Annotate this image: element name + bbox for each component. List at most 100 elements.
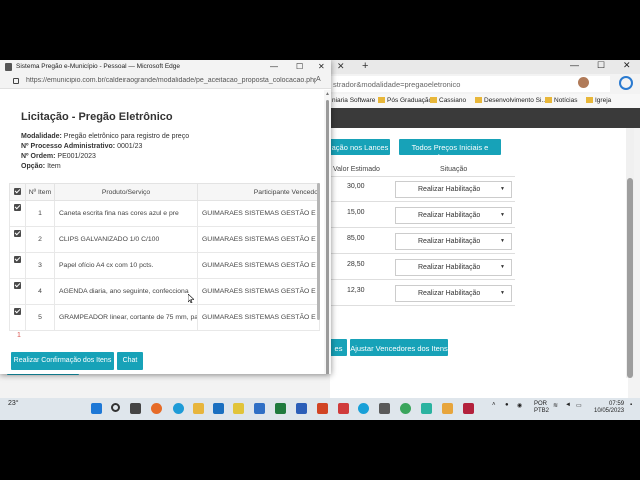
close-icon[interactable]: ✕ (318, 62, 325, 71)
background-address-bar[interactable]: strador&modalidade=pregaoeletronico (330, 76, 610, 92)
table-horizontal-scrollbar[interactable] (317, 183, 320, 320)
favorite-item[interactable]: Pós Graduação (378, 97, 432, 104)
item-number[interactable]: 5 (25, 304, 55, 331)
popup-window: Sistema Pregão e-Município - Pessoal — M… (0, 60, 331, 374)
item-number[interactable]: 2 (25, 226, 55, 253)
app-icon[interactable] (338, 403, 349, 414)
word-icon[interactable] (296, 403, 307, 414)
chat-button[interactable]: Chat (117, 352, 143, 370)
table-header-row: Nº Item Produto/Serviço Participante Ven… (9, 183, 320, 201)
edge-icon[interactable] (173, 403, 184, 414)
search-icon[interactable] (111, 403, 120, 412)
participante-cell: GUIMARAES SISTEMAS GESTÃO E TI (197, 226, 320, 253)
notifications-icon[interactable]: ▪ (630, 402, 632, 408)
app-icon[interactable] (233, 403, 244, 414)
app-icon[interactable] (421, 403, 432, 414)
favorite-item[interactable]: Igreja (586, 97, 611, 104)
folder-icon (545, 97, 552, 103)
n-item-header: Nº Item (25, 183, 55, 201)
row-checkbox[interactable] (14, 282, 21, 289)
produto-link[interactable]: GRAMPEADOR linear, cortante de 75 mm, pa (54, 304, 198, 331)
popup-scrollbar-thumb[interactable] (326, 100, 329, 374)
favorite-item[interactable]: niaria Software (332, 97, 375, 104)
situacao-select[interactable]: Realizar Habilitação ▼ (395, 233, 512, 250)
excel-icon[interactable] (275, 403, 286, 414)
task-view-icon[interactable] (130, 403, 141, 414)
popup-scrollbar[interactable]: ▲ (324, 90, 331, 374)
tray-icon[interactable]: ● (505, 402, 509, 408)
situacao-select[interactable]: Realizar Habilitação ▼ (395, 259, 512, 276)
app-icon[interactable] (379, 403, 390, 414)
powerpoint-icon[interactable] (317, 403, 328, 414)
profile-avatar[interactable] (578, 77, 589, 88)
select-all-header[interactable] (9, 183, 26, 201)
table-row: 1 Caneta escrita fina nas cores azul e p… (9, 200, 320, 227)
row-checkbox[interactable] (14, 308, 21, 315)
produto-link[interactable]: Caneta escrita fina nas cores azul e pre (54, 200, 198, 227)
scroll-up-icon[interactable]: ▲ (325, 91, 330, 97)
close-tab-icon[interactable]: ✕ (337, 61, 345, 72)
ajustar-vencedores-button[interactable]: Ajustar Vencedores dos Itens (350, 339, 448, 356)
caret-down-icon: ▼ (500, 290, 505, 296)
windows-start-icon[interactable] (91, 403, 102, 414)
situacao-select[interactable]: Realizar Habilitação ▼ (395, 181, 512, 198)
app-icon[interactable] (254, 403, 265, 414)
page-scrollbar-thumb[interactable] (627, 178, 633, 378)
store-icon[interactable] (213, 403, 224, 414)
minimize-icon[interactable]: — (570, 60, 579, 70)
pagination-current-page[interactable]: 1 (17, 332, 21, 339)
app-icon[interactable] (358, 403, 369, 414)
popup-title-bar: Sistema Pregão e-Município - Pessoal — M… (0, 60, 331, 74)
situacao-select[interactable]: Realizar Habilitação ▼ (395, 285, 512, 302)
select-all-checkbox[interactable] (14, 187, 21, 195)
lock-icon[interactable] (13, 78, 19, 84)
popup-url[interactable]: https://emunicipio.com.br/caldeiraogrand… (26, 77, 316, 84)
file-explorer-icon[interactable] (193, 403, 204, 414)
popup-address-bar[interactable]: https://emunicipio.com.br/caldeiraogrand… (0, 74, 331, 89)
lances-button[interactable]: ação nos Lances (330, 139, 390, 155)
battery-icon[interactable]: ▭ (576, 402, 582, 409)
partial-button[interactable]: es (330, 339, 347, 356)
chrome-icon[interactable] (400, 403, 411, 414)
situacao-select[interactable]: Realizar Habilitação ▼ (395, 207, 512, 224)
firefox-icon[interactable] (151, 403, 162, 414)
item-number[interactable]: 4 (25, 278, 55, 305)
favorite-item[interactable]: Cassiano (430, 97, 466, 104)
situacao-header: Situação (440, 166, 468, 173)
language-indicator[interactable]: POR PTB2 (534, 401, 549, 415)
app-icon[interactable] (463, 403, 474, 414)
maximize-icon[interactable]: ☐ (597, 60, 605, 71)
tray-overflow-icon[interactable]: ˄ (492, 402, 496, 408)
produto-link[interactable]: Papel ofício A4 cx com 10 pcts. (54, 252, 198, 279)
items-table: Nº Item Produto/Serviço Participante Ven… (9, 183, 320, 331)
read-aloud-icon[interactable]: A (316, 76, 321, 83)
participante-header: Participante Vencedo (197, 183, 320, 201)
table-row: 5 GRAMPEADOR linear, cortante de 75 mm, … (9, 304, 320, 331)
item-number[interactable]: 3 (25, 252, 55, 279)
precos-lances-button[interactable]: Todos Preços Iniciais e Lances (399, 139, 501, 161)
item-number[interactable]: 1 (25, 200, 55, 227)
clock[interactable]: 07:59 10/05/2023 (594, 401, 624, 415)
caret-down-icon: ▼ (500, 186, 505, 192)
edge-copilot-icon[interactable] (619, 76, 633, 90)
tray-icon[interactable]: ◉ (517, 402, 522, 409)
close-window-icon[interactable]: ✕ (623, 60, 631, 71)
row-checkbox[interactable] (14, 230, 21, 237)
favorite-item[interactable]: Desenvolvimento Si... (475, 97, 547, 104)
produto-link[interactable]: CLIPS GALVANIZADO 1/0 C/100 (54, 226, 198, 253)
page-title: Licitação - Pregão Eletrônico (21, 111, 173, 123)
row-checkbox[interactable] (14, 204, 21, 211)
info-opcao: Opção: Item (21, 163, 61, 170)
minimize-icon[interactable]: — (270, 62, 278, 71)
info-processo: Nº Processo Administrativo: 0001/23 (21, 143, 143, 150)
produto-link[interactable]: AGENDA diaria, ano seguinte, confecciona (54, 278, 198, 305)
confirmar-itens-button[interactable]: Realizar Confirmação dos Itens (11, 352, 114, 370)
app-icon[interactable] (442, 403, 453, 414)
maximize-icon[interactable]: ☐ (296, 62, 303, 71)
row-checkbox[interactable] (14, 256, 21, 263)
new-tab-icon[interactable]: + (362, 60, 368, 72)
weather-temp[interactable]: 23° (8, 400, 19, 407)
wifi-icon[interactable]: ≋ (553, 402, 558, 409)
volume-icon[interactable]: ◄ (565, 402, 571, 408)
favorite-item[interactable]: Notícias (545, 97, 577, 104)
